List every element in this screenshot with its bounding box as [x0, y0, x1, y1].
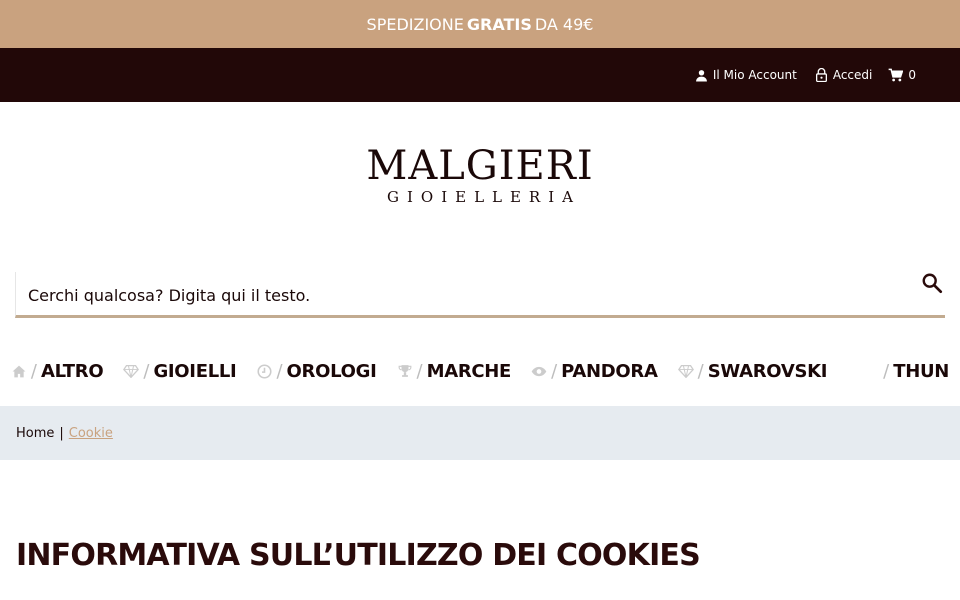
nav-label: ALTRO [40, 360, 104, 382]
nav-label: SWAROVSKI [707, 360, 828, 382]
breadcrumb-current[interactable]: Cookie [69, 426, 113, 441]
nav-item-marche[interactable]: / MARCHE [397, 360, 512, 382]
nav-separator: / [416, 360, 423, 382]
nav-separator: / [143, 360, 150, 382]
nav-separator: / [551, 360, 558, 382]
page-title: INFORMATIVA SULL’UTILIZZO DEI COOKIES [16, 538, 701, 573]
trophy-icon [397, 363, 413, 379]
top-bar: Il Mio Account Accedi 0 [0, 48, 960, 102]
site-logo[interactable]: MALGIERI GIOIELLERIA [366, 146, 593, 272]
diamond-icon [123, 363, 140, 379]
search-icon[interactable] [921, 272, 943, 298]
cart-link[interactable]: 0 [888, 68, 916, 82]
nav-label: GIOIELLI [153, 360, 237, 382]
account-link[interactable]: Il Mio Account [695, 68, 797, 82]
nav-item-altro[interactable]: / ALTRO [11, 360, 104, 382]
lock-icon [815, 68, 827, 82]
nav-separator: / [276, 360, 283, 382]
clock-icon [256, 363, 272, 379]
nav-item-pandora[interactable]: / PANDORA [531, 361, 658, 382]
nav-item-swarovski[interactable]: / SWAROVSKI [677, 360, 828, 382]
breadcrumb: Home | Cookie [0, 406, 960, 460]
nav-item-orologi[interactable]: / OROLOGI [256, 360, 377, 382]
main-content: INFORMATIVA SULL’UTILIZZO DEI COOKIES [0, 460, 960, 573]
breadcrumb-separator: | [59, 425, 64, 441]
nav-label: PANDORA [561, 360, 658, 382]
home-icon [11, 363, 27, 379]
nav-label: OROLOGI [286, 360, 377, 382]
promo-banner: SPEDIZIONE GRATIS DA 49€ [0, 0, 960, 48]
promo-prefix: SPEDIZIONE [366, 14, 464, 34]
search-bar [15, 272, 945, 318]
logo-sub-text: GIOIELLERIA [386, 188, 581, 206]
logo-main-text: MALGIERI [366, 143, 594, 189]
logo-area: MALGIERI GIOIELLERIA [0, 102, 960, 272]
nav-item-gioielli[interactable]: / GIOIELLI [123, 360, 237, 382]
nav-label: MARCHE [426, 360, 512, 382]
cart-icon [888, 68, 904, 82]
diamond-icon [677, 363, 694, 379]
eye-icon [531, 363, 547, 379]
nav-separator: / [697, 360, 704, 382]
user-icon [695, 69, 707, 81]
nav-separator: / [883, 360, 890, 382]
login-link[interactable]: Accedi [815, 68, 873, 82]
nav-item-thun[interactable]: / THUN [863, 361, 949, 382]
breadcrumb-home[interactable]: Home [16, 426, 54, 441]
nav-separator: / [30, 360, 37, 382]
login-label: Accedi [832, 68, 873, 82]
promo-bold: GRATIS [466, 14, 532, 34]
main-nav: / ALTRO / GIOIELLI / OROLOGI / MARCHE / … [0, 318, 960, 406]
blank-icon [863, 363, 879, 379]
account-label: Il Mio Account [712, 68, 797, 82]
promo-suffix: DA 49€ [534, 14, 594, 34]
search-input[interactable] [28, 286, 888, 305]
cart-count: 0 [908, 68, 916, 82]
nav-label: THUN [893, 360, 950, 382]
